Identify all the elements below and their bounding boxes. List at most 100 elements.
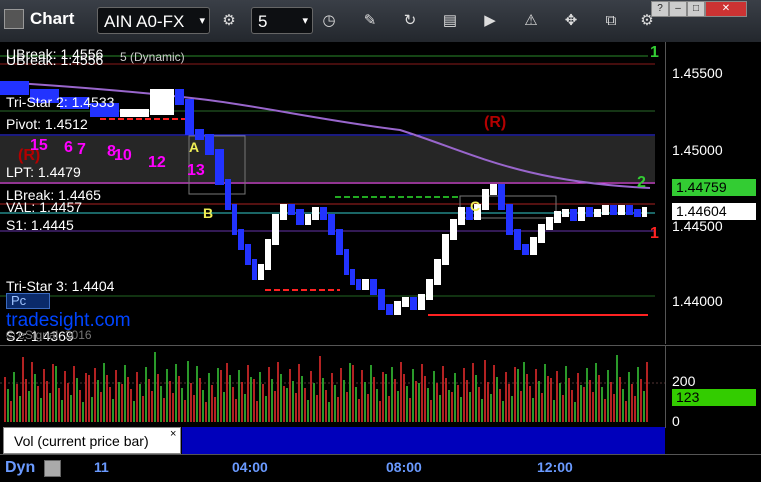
link-icon[interactable]: ⧉ [598,8,624,34]
candle [245,244,251,265]
volume-bar [232,387,234,422]
volume-bar [346,392,348,422]
data-icon[interactable]: ▤ [437,8,463,34]
candle [618,205,625,215]
play-icon[interactable]: ▶ [477,8,503,34]
volume-bar [118,382,120,422]
volume-bar [511,396,513,422]
volume-bar [433,371,435,422]
volume-bar [127,377,129,422]
volume-bar [559,383,561,422]
toolbar: Chart AIN A0-FX ▾ ⚙ 5 ▾ ◷ ✎ ↻ ▤ ▶ ⚠ ✥ ⧉ … [0,0,761,43]
volume-bar [37,386,39,422]
volume-tab[interactable]: Vol (current price bar) [3,427,181,454]
pc-badge[interactable]: Pc [6,293,50,309]
volume-bar [610,382,612,422]
symbol-input[interactable]: AIN A0-FX ▾ [97,7,210,34]
candle [594,209,601,217]
candle [362,279,369,290]
volume-bar [349,363,351,422]
volume-bar [625,401,627,422]
volume-bar [400,362,402,422]
candle [578,207,585,221]
candle [458,207,465,225]
chart-window-icon [4,9,24,29]
volume-bar [163,398,165,422]
volume-bar [586,368,588,422]
volume-bar [58,388,60,422]
volume-bar [292,381,294,422]
volume-bar [253,379,255,422]
volume-bar [442,366,444,422]
candle [378,289,385,310]
volume-bar [634,396,636,422]
close-button[interactable]: ✕ [705,1,747,17]
volume-bar [223,392,225,422]
volume-bar [319,356,321,422]
interval-settings-icon[interactable]: ⚙ [216,8,242,34]
candle [586,207,593,217]
volume-bar [535,369,537,422]
volume-bar [211,385,213,422]
candle [328,214,335,235]
candle [350,269,355,285]
maximize-button[interactable]: □ [687,1,705,17]
close-tab-icon[interactable]: × [170,428,176,440]
volume-panel[interactable] [0,345,665,428]
candle [252,259,257,280]
volume-bar [532,398,534,422]
candle [215,149,224,185]
candle [120,109,149,117]
volume-bar [643,391,645,422]
volume-bar [457,385,459,422]
volume-bar [451,392,453,422]
volume-bar [412,369,414,422]
volume-bar [22,357,24,422]
dyn-tag[interactable]: Dyn [5,459,35,477]
r-marker-top: (R) [484,114,507,131]
volume-bar [355,387,357,422]
refresh-icon[interactable]: ↻ [397,8,423,34]
app-title: Chart [4,9,74,29]
volume-bar [259,372,261,422]
volume-bar [10,401,12,422]
volume-bar [493,365,495,422]
volume-bar [553,400,555,422]
volume-bar [289,369,291,422]
price-chart[interactable]: UBreak: 1.4556 UBreak: 1.4556 5 (Dynamic… [0,42,665,344]
tools-icon[interactable]: ✥ [558,8,584,34]
pencil-icon[interactable]: ✎ [357,8,383,34]
volume-bar [403,374,405,422]
candle [514,229,521,250]
volume-bar [640,379,642,422]
volume-bar [328,402,330,422]
volume-bar [595,363,597,422]
candle [232,204,237,235]
clock-icon[interactable]: ◷ [316,8,342,34]
candle [642,207,647,217]
interval-input[interactable]: 5 ▾ [251,7,313,34]
volume-bar [577,373,579,422]
volume-bar [304,388,306,422]
volume-bar [217,368,219,422]
volume-bar [139,384,141,422]
volume-bar [616,355,618,422]
candle [570,209,577,221]
volume-bar [343,380,345,422]
volume-bar [16,384,18,422]
volume-bar [100,392,102,422]
volume-bar [598,375,600,422]
settings-tag-icon[interactable] [44,460,61,477]
volume-bar [64,371,66,422]
volume-bar [298,364,300,422]
volume-current-tag: 123 [672,389,756,406]
volume-bar [202,390,204,422]
alert-icon[interactable]: ⚠ [518,8,544,34]
volume-bar [475,375,477,422]
candle [418,294,425,310]
minimize-button[interactable]: – [669,1,687,17]
help-button[interactable]: ? [651,1,669,17]
volume-bar [91,397,93,422]
volume-bar [295,393,297,422]
volume-bar [505,372,507,422]
